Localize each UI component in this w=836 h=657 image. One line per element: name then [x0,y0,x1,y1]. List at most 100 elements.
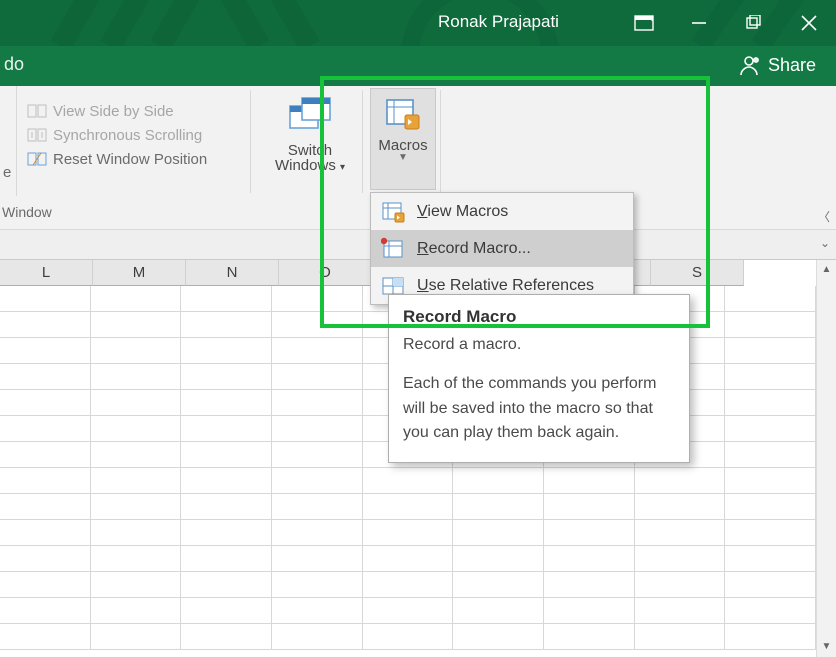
cell[interactable] [635,468,726,494]
cell[interactable] [0,338,91,364]
cell[interactable] [635,624,726,650]
cell[interactable] [725,598,816,624]
cell[interactable] [181,572,272,598]
vertical-scrollbar[interactable]: ▲ ▼ [816,260,836,657]
cell[interactable] [91,598,182,624]
cell[interactable] [635,572,726,598]
cell[interactable] [453,546,544,572]
cell[interactable] [453,520,544,546]
cell[interactable] [0,572,91,598]
cell[interactable] [181,598,272,624]
cell[interactable] [725,364,816,390]
column-header[interactable]: S [651,260,744,286]
cell[interactable] [272,416,363,442]
cell[interactable] [363,572,454,598]
cell[interactable] [181,468,272,494]
cell[interactable] [363,468,454,494]
cell[interactable] [453,598,544,624]
maximize-button[interactable] [726,0,781,46]
cell[interactable] [91,286,182,312]
cell[interactable] [91,312,182,338]
cell[interactable] [453,494,544,520]
cell[interactable] [181,338,272,364]
cell[interactable] [0,546,91,572]
switch-windows-button[interactable]: Switch Windows ▾ [260,96,360,174]
cell[interactable] [272,546,363,572]
cell[interactable] [272,286,363,312]
cell[interactable] [0,364,91,390]
cell[interactable] [181,364,272,390]
column-header[interactable]: M [93,260,186,286]
cell[interactable] [181,390,272,416]
cell[interactable] [725,494,816,520]
cell[interactable] [0,416,91,442]
cell[interactable] [181,312,272,338]
cell[interactable] [91,416,182,442]
cell[interactable] [544,624,635,650]
cell[interactable] [272,390,363,416]
cell[interactable] [635,520,726,546]
cell[interactable] [0,598,91,624]
menu-item-record-macro[interactable]: Record Macro... [371,230,633,267]
synchronous-scrolling-button[interactable]: Synchronous Scrolling [27,124,207,146]
expand-formula-bar-button[interactable]: ⌄ [820,236,830,250]
cell[interactable] [544,468,635,494]
cell[interactable] [0,312,91,338]
cell[interactable] [725,520,816,546]
cell[interactable] [272,520,363,546]
cell[interactable] [544,598,635,624]
cell[interactable] [635,598,726,624]
cell[interactable] [725,468,816,494]
cell[interactable] [635,546,726,572]
cell[interactable] [181,520,272,546]
cell[interactable] [725,624,816,650]
cell[interactable] [272,312,363,338]
cell[interactable] [0,442,91,468]
cell[interactable] [0,520,91,546]
cell[interactable] [91,338,182,364]
menu-item-view-macros[interactable]: View Macros [371,193,633,230]
cell[interactable] [725,572,816,598]
share-button[interactable]: Share [738,54,816,76]
cell[interactable] [91,572,182,598]
cell[interactable] [272,494,363,520]
reset-window-position-button[interactable]: Reset Window Position [27,148,207,170]
cell[interactable] [181,494,272,520]
cell[interactable] [181,416,272,442]
cell[interactable] [725,312,816,338]
cell[interactable] [272,338,363,364]
cell[interactable] [0,494,91,520]
cell[interactable] [0,468,91,494]
cell[interactable] [725,286,816,312]
cell[interactable] [272,598,363,624]
cell[interactable] [725,546,816,572]
cell[interactable] [91,546,182,572]
cell[interactable] [453,572,544,598]
cell[interactable] [91,442,182,468]
cell[interactable] [91,468,182,494]
cell[interactable] [181,442,272,468]
view-side-by-side-button[interactable]: View Side by Side [27,100,207,122]
cell[interactable] [272,468,363,494]
cell[interactable] [544,520,635,546]
cell[interactable] [363,520,454,546]
cell[interactable] [181,546,272,572]
cell[interactable] [0,390,91,416]
cell[interactable] [0,286,91,312]
cell[interactable] [91,390,182,416]
cell[interactable] [453,624,544,650]
cell[interactable] [91,624,182,650]
cell[interactable] [725,338,816,364]
cell[interactable] [272,364,363,390]
cell[interactable] [272,624,363,650]
column-header[interactable]: N [186,260,279,286]
cell[interactable] [91,494,182,520]
cell[interactable] [363,598,454,624]
macros-button[interactable]: Macros ▼ [370,88,436,190]
cell[interactable] [544,546,635,572]
cell[interactable] [0,624,91,650]
scroll-up-button[interactable]: ▲ [817,260,836,280]
cell[interactable] [544,494,635,520]
column-header[interactable]: L [0,260,93,286]
cell[interactable] [725,442,816,468]
